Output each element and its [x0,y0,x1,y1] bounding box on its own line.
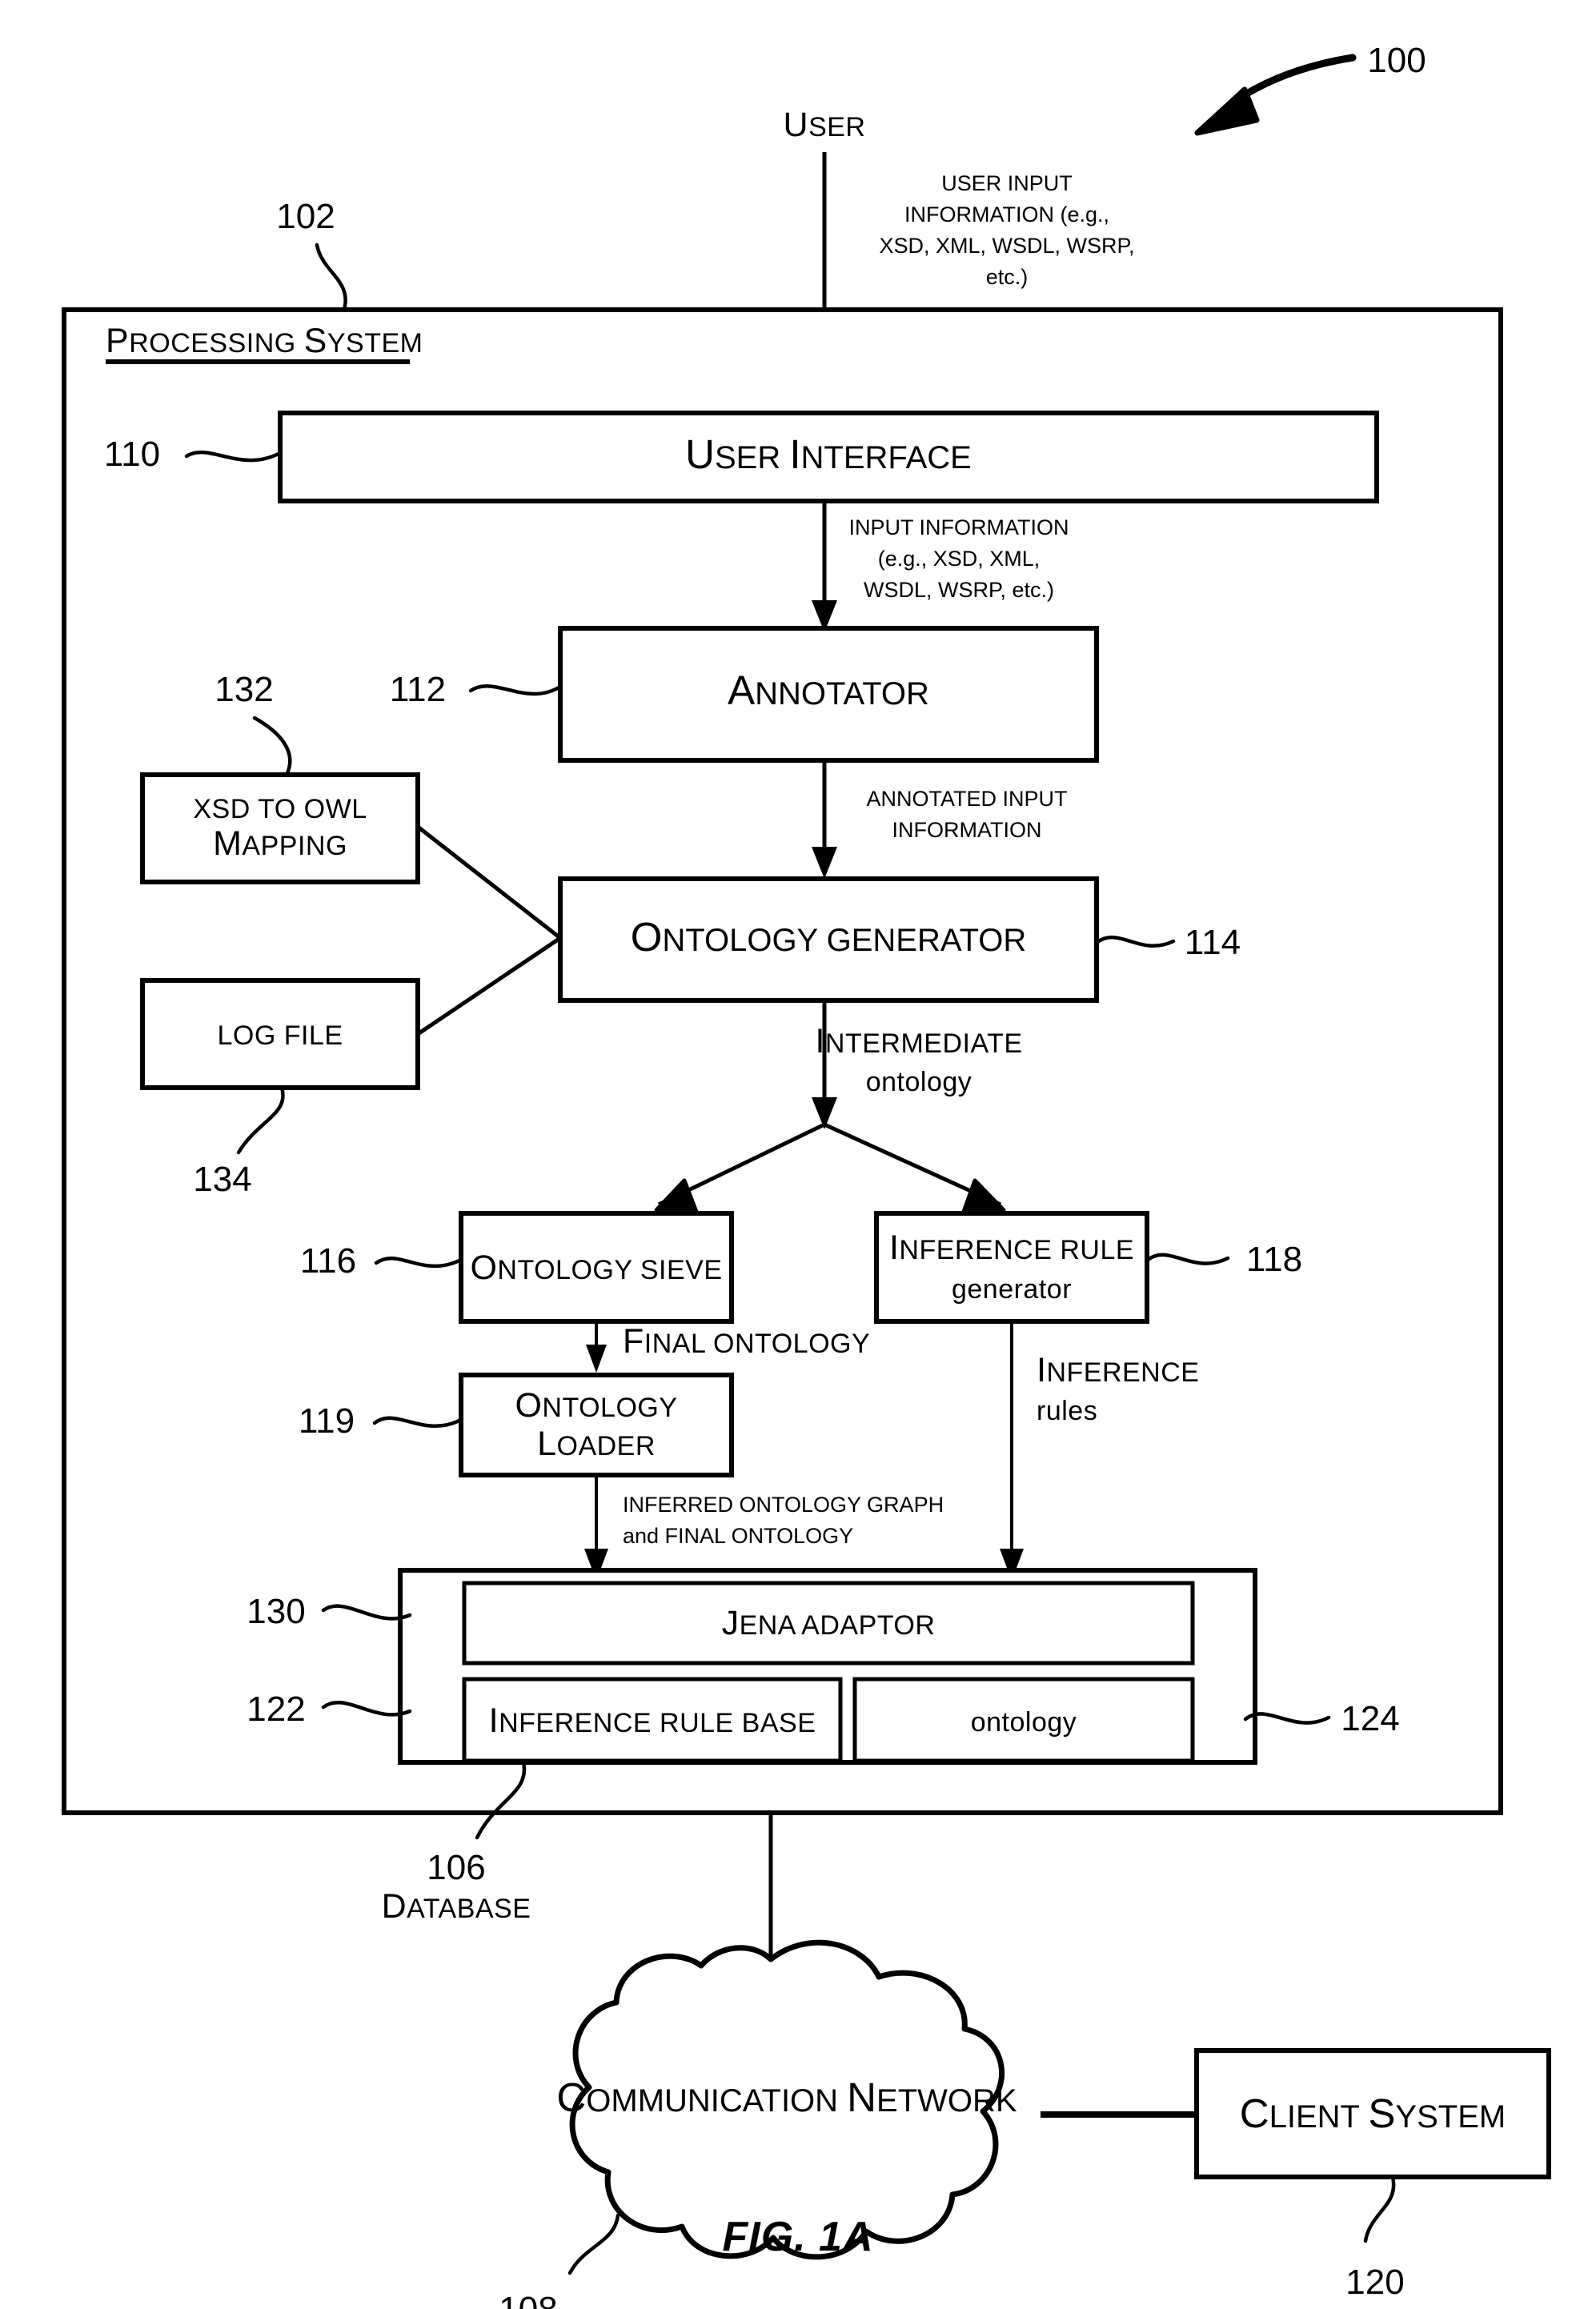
svg-text:INFERRED ONTOLOGY GRAPH: INFERRED ONTOLOGY GRAPH [623,1493,944,1517]
inference-rule-generator-box[interactable] [874,1211,1149,1324]
svg-text:PROCESSING SYSTEM: PROCESSING SYSTEM [106,322,423,360]
svg-text:USER: USER [784,106,866,144]
svg-text:WSDL, WSRP, etc.): WSDL, WSRP, etc.) [864,578,1054,602]
ontology-generator-ref-114-label: 114 [1185,923,1241,962]
ontology-ref-124-label: 124 [1341,1699,1399,1738]
svg-text:rules: rules [1037,1396,1097,1426]
user-label-cap: U [784,106,809,144]
user-source: USER [784,106,866,144]
ontology-sieve-label: ONTOLOGY SIEVE [470,1249,722,1287]
ontology-loader-line1: ONTOLOGY [515,1386,677,1425]
annotator-ref-112-label: 112 [390,670,446,709]
database-caption-label: DATABASE [382,1887,531,1926]
xsd-to-owl-mapping-ref-132-label: 132 [215,670,273,709]
final-ontology-label: FINAL ONTOLOGY [623,1322,870,1361]
inference-rule-generator-ref-118-label: 118 [1246,1240,1302,1279]
svg-text:INFORMATION: INFORMATION [892,818,1042,842]
communication-network-ref-108-label: 108 [499,2290,557,2309]
figure-caption-container: FIG. 1A [0,2213,1596,2261]
jena-adaptor-ref-130-label: 130 [247,1592,305,1631]
processing-system-title: PROCESSING SYSTEM [106,322,423,364]
processing-system-ref-102-label: 102 [276,197,335,236]
client-system-ref-120-label: 120 [1345,2263,1404,2302]
svg-text:INPUT INFORMATION: INPUT INFORMATION [849,515,1069,539]
system-ref-100-callout [1194,54,1357,136]
ontology-loader-line2: LOADER [537,1425,656,1463]
patent-figure-1a: 100 USER USER INPUT INFORMATION (e.g., X… [62,41,1551,2309]
ontology-loader-ref-119-label: 119 [299,1401,355,1441]
log-file-label: LOG FILE [217,1020,343,1051]
log-file-ref-134-label: 134 [193,1160,251,1199]
database-ref-106-label: 106 [427,1848,485,1887]
svg-text:ontology: ontology [866,1067,972,1097]
inference-rule-base-ref-122-label: 122 [247,1690,305,1729]
system-ref-100-label: 100 [1367,41,1426,80]
svg-text:and FINAL ONTOLOGY: and FINAL ONTOLOGY [623,1524,853,1548]
user-input-information-label: USER INPUT INFORMATION (e.g., XSD, XML, … [879,171,1134,289]
inference-rule-base-label: INFERENCE RULE BASE [489,1702,816,1740]
svg-text:INFORMATION (e.g.,: INFORMATION (e.g., [904,202,1109,226]
xsd-to-owl-mapping-line2: MAPPING [213,824,347,863]
svg-text:ANNOTATED INPUT: ANNOTATED INPUT [866,787,1067,811]
user-interface-ref-110-label: 110 [104,435,160,474]
inference-rule-generator-line2: generator [952,1274,1072,1305]
svg-text:USER INPUT: USER INPUT [941,171,1073,195]
svg-text:XSD, XML, WSDL, WSRP,: XSD, XML, WSDL, WSRP, [879,234,1134,258]
jena-adaptor-label: JENA ADAPTOR [722,1604,936,1642]
svg-text:(e.g., XSD, XML,: (e.g., XSD, XML, [878,547,1041,571]
svg-text:INFERENCE: INFERENCE [1037,1351,1199,1389]
ontology-label: ontology [971,1707,1077,1738]
input-information-label: INPUT INFORMATION (e.g., XSD, XML, WSDL,… [849,515,1069,602]
figure-caption: FIG. 1A [722,2214,874,2260]
xsd-to-owl-mapping-line1: XSD TO OWL [193,794,367,824]
inference-rule-generator-line1: INFERENCE RULE [889,1229,1134,1267]
svg-text:INTERMEDIATE: INTERMEDIATE [815,1022,1022,1060]
user-label-rest: SER [808,112,865,142]
svg-text:etc.): etc.) [986,265,1029,289]
xsd-to-owl-mapping-box[interactable] [140,772,420,884]
ontology-sieve-ref-116-label: 116 [300,1241,356,1281]
processing-system-ref-102-callout [315,243,347,312]
